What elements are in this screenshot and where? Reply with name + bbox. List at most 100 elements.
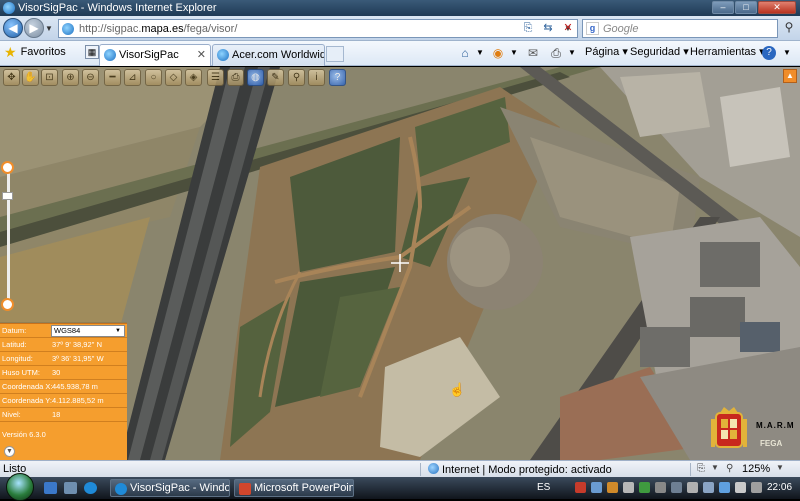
tab-label: Acer.com Worldwid... — [232, 49, 324, 61]
tools-menu[interactable]: Herramientas ▾ — [690, 45, 765, 58]
start-button[interactable] — [6, 473, 34, 501]
tray-icon[interactable] — [575, 482, 586, 493]
tab-close-icon[interactable]: ✕ — [197, 48, 206, 61]
zoom-box-icon[interactable]: ⊡ — [41, 69, 58, 86]
tab-favicon-icon — [104, 49, 116, 61]
ministry-logo-text: M.A.R.M — [756, 421, 795, 430]
search-go-icon[interactable]: ⚲ — [781, 20, 797, 36]
layers-icon[interactable]: ☰ — [207, 69, 224, 86]
zoom-slider-handle[interactable] — [2, 192, 13, 200]
tray-icon[interactable] — [639, 482, 650, 493]
back-button[interactable]: ◀ — [3, 18, 23, 38]
coord-x-row: Coordenada X: 445.938,78 m — [0, 380, 127, 394]
status-dropdown-icon[interactable]: ▼ — [711, 463, 719, 472]
circle-icon[interactable]: ○ — [145, 69, 162, 86]
status-divider — [690, 463, 691, 476]
zoom-level[interactable]: 125% — [742, 463, 770, 475]
switch-windows-icon[interactable] — [64, 482, 77, 494]
stop-icon[interactable]: ✕ — [559, 20, 577, 36]
tray-icon[interactable] — [591, 482, 602, 493]
security-menu[interactable]: Seguridad ▾ — [630, 45, 689, 58]
utm-label: Huso UTM: — [2, 368, 40, 377]
globe-icon — [428, 463, 439, 474]
zoom-in-knob[interactable] — [1, 161, 14, 174]
tray-icon[interactable] — [607, 482, 618, 493]
datum-select[interactable]: WGS84 ▼ — [51, 325, 125, 337]
taskbar-ie-button[interactable]: VisorSigPac - Windo... — [110, 479, 230, 497]
panel-toggle-icon[interactable]: ▼ — [4, 446, 15, 457]
taskbar: VisorSigPac - Windo... Microsoft PowerPo… — [0, 473, 800, 501]
language-indicator[interactable]: ES — [537, 482, 550, 493]
mail-icon[interactable]: ✉ — [525, 45, 541, 61]
zoom-in-icon[interactable]: ⊕ — [62, 69, 79, 86]
clock[interactable]: 22:06 — [767, 482, 792, 493]
taskbar-powerpoint-button[interactable]: Microsoft PowerPoin... — [234, 479, 354, 497]
tray-icon[interactable] — [671, 482, 682, 493]
new-tab-button[interactable] — [326, 46, 344, 62]
minimize-button[interactable]: – — [712, 1, 734, 14]
compatibility-icon[interactable]: ⎘ — [519, 20, 537, 36]
maximize-button[interactable]: □ — [735, 1, 757, 14]
identify-icon[interactable]: ◈ — [185, 69, 202, 86]
address-input[interactable]: http://sigpac.mapa.es/fega/visor/ ▼ — [58, 19, 578, 38]
search-input[interactable]: g Google — [582, 19, 778, 38]
show-desktop-icon[interactable] — [44, 482, 57, 494]
volume-icon[interactable] — [719, 482, 730, 493]
tab-visorsigpac[interactable]: VisorSigPac ✕ — [99, 44, 211, 66]
pan-icon[interactable]: ✋ — [22, 69, 39, 86]
popup-blocker-icon[interactable]: ⎘ — [697, 463, 705, 474]
longitude-label: Longitud: — [2, 354, 33, 363]
tab-acer[interactable]: Acer.com Worldwid... — [212, 44, 325, 66]
zoom-slider-track[interactable] — [7, 166, 10, 306]
address-toolbar: ◀ ▶ ▼ http://sigpac.mapa.es/fega/visor/ … — [0, 16, 800, 41]
help-icon[interactable]: ? — [762, 46, 776, 60]
home-dropdown-icon[interactable]: ▼ — [472, 45, 488, 61]
help-dropdown-icon[interactable]: ▼ — [779, 45, 795, 61]
help-map-icon[interactable]: ? — [329, 69, 346, 86]
print-icon[interactable]: ⎙ — [548, 45, 564, 61]
tray-icon[interactable] — [687, 482, 698, 493]
favorites-button[interactable]: ★ Favoritos — [4, 45, 66, 59]
longitude-row: Longitud: 3º 36' 31,95'' W — [0, 352, 127, 366]
page-menu[interactable]: Página ▾ — [585, 45, 628, 58]
nav-icon[interactable]: ✥ — [3, 69, 20, 86]
quick-tabs-icon[interactable]: ▦ — [85, 45, 99, 59]
tray-icon[interactable] — [751, 482, 762, 493]
recent-pages-dropdown-icon[interactable]: ▼ — [45, 24, 53, 33]
info-icon[interactable]: i — [308, 69, 325, 86]
search-icon[interactable]: ⚲ — [288, 69, 305, 86]
ie-quicklaunch-icon[interactable] — [84, 482, 97, 494]
zoom-out-knob[interactable] — [1, 298, 14, 311]
measure-area-icon[interactable]: ⊿ — [124, 69, 141, 86]
ie-icon — [115, 483, 127, 495]
zoom-dropdown-icon[interactable]: ▼ — [776, 463, 784, 472]
tray-icon[interactable] — [655, 482, 666, 493]
window-controls: – □ ✕ — [712, 1, 796, 14]
hand-cursor-icon: ☝ — [449, 382, 466, 397]
forward-button[interactable]: ▶ — [24, 18, 44, 38]
rss-icon[interactable]: ◉ — [490, 45, 506, 61]
print-map-icon[interactable]: ⎙ — [227, 69, 244, 86]
zoom-icon[interactable]: ⚲ — [726, 463, 733, 474]
home-icon[interactable]: ⌂ — [457, 45, 473, 61]
globe-icon[interactable]: ◍ — [247, 69, 264, 86]
title-bar: VisorSigPac - Windows Internet Explorer … — [0, 0, 800, 16]
logo-area: M.A.R.M FEGA — [708, 405, 798, 457]
coord-y-value: 4.112.885,52 m — [52, 396, 104, 405]
map-viewport[interactable]: ✥ ✋ ⊡ ⊕ ⊖ ━ ⊿ ○ ◇ ◈ ☰ ⎙ ◍ ✎ ⚲ i ? ▲ ☝ Da… — [0, 67, 800, 460]
collapse-panel-icon[interactable]: ▲ — [783, 69, 797, 83]
select-icon[interactable]: ◇ — [165, 69, 182, 86]
star-icon: ★ — [4, 44, 17, 60]
tray-icon[interactable] — [623, 482, 634, 493]
refresh-icon[interactable]: ⇆ — [539, 20, 557, 36]
rss-dropdown-icon[interactable]: ▼ — [506, 45, 522, 61]
close-button[interactable]: ✕ — [758, 1, 796, 14]
network-icon[interactable] — [703, 482, 714, 493]
level-row: Nivel: 18 — [0, 408, 127, 422]
security-zone[interactable]: Internet | Modo protegido: activado — [428, 463, 612, 476]
zoom-out-icon[interactable]: ⊖ — [82, 69, 99, 86]
battery-icon[interactable] — [735, 482, 746, 493]
measure-line-icon[interactable]: ━ — [104, 69, 121, 86]
edit-icon[interactable]: ✎ — [267, 69, 284, 86]
print-dropdown-icon[interactable]: ▼ — [564, 45, 580, 61]
